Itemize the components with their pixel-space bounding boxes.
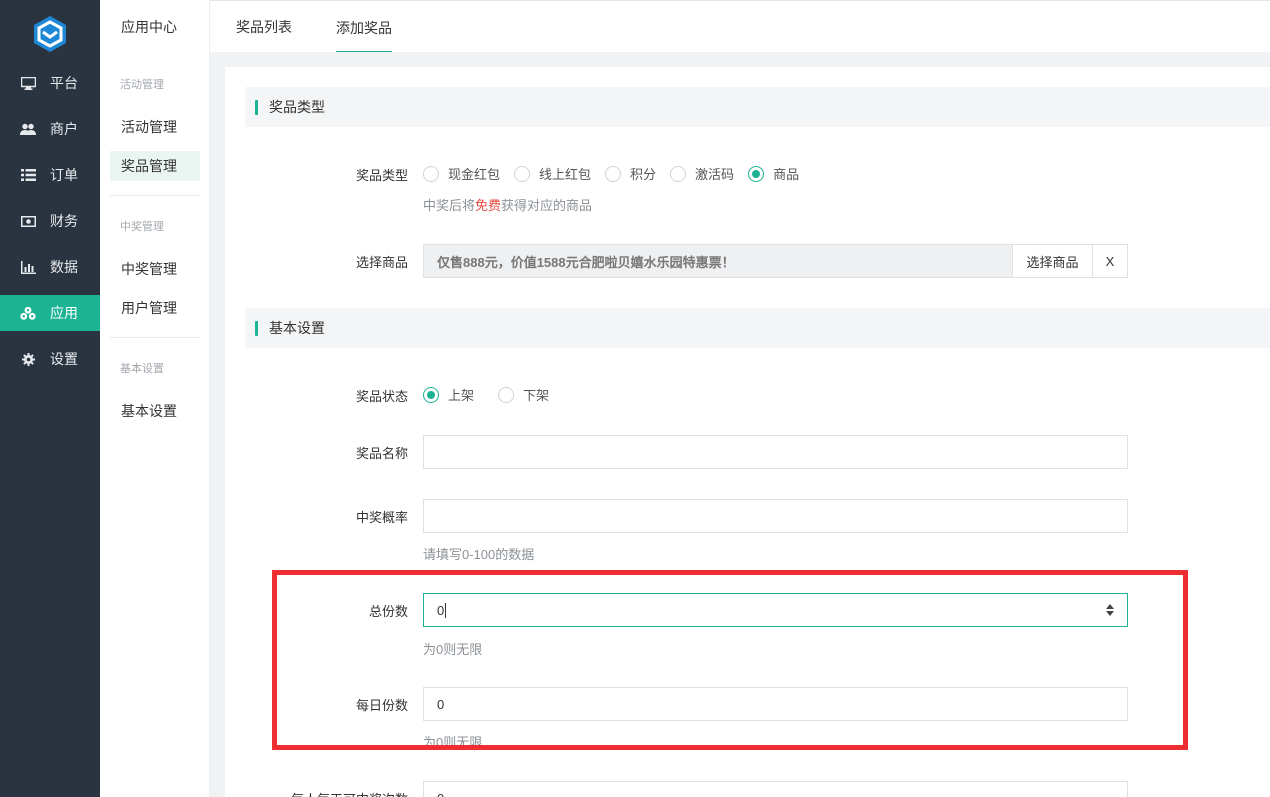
total-count-label: 总份数 bbox=[368, 604, 408, 619]
divider bbox=[110, 195, 200, 196]
section-header-prize-type: 奖品类型 bbox=[245, 87, 1270, 127]
radio-circle[interactable] bbox=[423, 386, 439, 403]
daily-count-help: 为0则无限 bbox=[423, 735, 483, 750]
divider bbox=[110, 337, 200, 338]
subnav-item-basic-settings[interactable]: 基本设置 bbox=[110, 396, 200, 426]
section-title: 奖品类型 bbox=[269, 99, 325, 115]
money-icon bbox=[20, 213, 36, 229]
subnav-title[interactable]: 应用中心 bbox=[100, 0, 210, 54]
choose-goods-button[interactable]: 选择商品 bbox=[1012, 244, 1093, 278]
radio-label: 激活码 bbox=[695, 167, 735, 182]
nav-label: 订单 bbox=[50, 167, 78, 183]
nav-item-apps[interactable]: 应用 bbox=[0, 295, 100, 331]
top-tabs: 奖品列表 添加奖品 bbox=[210, 0, 1270, 53]
radio-cash-redpacket[interactable]: 现金红包 bbox=[423, 164, 500, 183]
subnav-item-winners[interactable]: 中奖管理 bbox=[110, 254, 200, 284]
nav-item-platform[interactable]: 平台 bbox=[0, 65, 100, 101]
clear-goods-button[interactable]: X bbox=[1092, 244, 1128, 278]
win-rate-help: 请填写0-100的数据 bbox=[423, 547, 535, 562]
radio-circle[interactable] bbox=[748, 165, 765, 182]
radio-off-shelf[interactable]: 下架 bbox=[498, 385, 549, 404]
prize-type-radio-group: 现金红包 线上红包 积分 激活码 商品 bbox=[423, 164, 813, 183]
radio-online-redpacket[interactable]: 线上红包 bbox=[514, 164, 591, 183]
win-rate-input[interactable] bbox=[423, 499, 1128, 533]
radio-circle[interactable] bbox=[605, 165, 622, 182]
nav-label: 设置 bbox=[50, 351, 78, 367]
radio-on-shelf[interactable]: 上架 bbox=[423, 385, 474, 404]
subnav-item-prizes[interactable]: 奖品管理 bbox=[110, 151, 200, 181]
radio-label: 现金红包 bbox=[448, 167, 501, 182]
nav-item-merchant[interactable]: 商户 bbox=[0, 111, 100, 147]
choose-goods-label: 选择商品 bbox=[355, 255, 408, 270]
nav-label: 商户 bbox=[50, 121, 78, 137]
status-radio-group: 上架 下架 bbox=[423, 385, 563, 404]
radio-goods[interactable]: 商品 bbox=[748, 164, 799, 183]
prize-name-input[interactable] bbox=[423, 435, 1128, 469]
radio-circle[interactable] bbox=[670, 165, 687, 182]
form-panel: 奖品类型 奖品类型 现金红包 线上红包 积分 激活码 商品 中奖后将免费获得对应… bbox=[225, 67, 1270, 797]
subnav-item-activity[interactable]: 活动管理 bbox=[110, 112, 200, 142]
hexagon-logo-icon[interactable] bbox=[30, 14, 70, 54]
sub-nav: 应用中心 活动管理 活动管理 奖品管理 中奖管理 中奖管理 用户管理 基本设置 … bbox=[100, 0, 210, 797]
prize-type-help: 中奖后将免费获得对应的商品 bbox=[423, 198, 593, 213]
status-label: 奖品状态 bbox=[355, 389, 408, 404]
main-nav: 平台 商户 订单 财务 数据 应用 设置 bbox=[0, 0, 100, 797]
users-icon bbox=[20, 121, 36, 137]
nav-item-orders[interactable]: 订单 bbox=[0, 157, 100, 193]
nav-item-finance[interactable]: 财务 bbox=[0, 203, 100, 239]
monitor-icon bbox=[20, 75, 36, 91]
radio-activation-code[interactable]: 激活码 bbox=[670, 164, 734, 183]
nav-label: 平台 bbox=[50, 75, 78, 91]
gear-icon bbox=[20, 351, 36, 367]
daily-count-input[interactable]: 0 bbox=[423, 687, 1128, 721]
tab-prize-list[interactable]: 奖品列表 bbox=[236, 1, 292, 53]
tab-add-prize[interactable]: 添加奖品 bbox=[336, 1, 392, 53]
main-content: 奖品类型 奖品类型 现金红包 线上红包 积分 激活码 商品 中奖后将免费获得对应… bbox=[210, 52, 1270, 797]
nav-label: 应用 bbox=[50, 305, 78, 321]
text-caret bbox=[445, 602, 447, 618]
radio-circle[interactable] bbox=[514, 165, 531, 182]
prize-name-label: 奖品名称 bbox=[355, 446, 408, 461]
radio-points[interactable]: 积分 bbox=[605, 164, 656, 183]
subnav-group-title: 中奖管理 bbox=[120, 221, 164, 233]
total-count-help: 为0则无限 bbox=[423, 642, 483, 657]
daily-count-label: 每日份数 bbox=[355, 698, 408, 713]
nav-label: 数据 bbox=[50, 259, 78, 275]
per-user-daily-input[interactable]: 0 bbox=[423, 781, 1128, 797]
radio-circle[interactable] bbox=[498, 386, 515, 403]
cubes-icon bbox=[20, 305, 36, 321]
section-header-basic: 基本设置 bbox=[245, 308, 1270, 348]
radio-label: 商品 bbox=[773, 167, 800, 182]
nav-item-settings[interactable]: 设置 bbox=[0, 341, 100, 377]
nav-label: 财务 bbox=[50, 213, 78, 229]
radio-label: 下架 bbox=[523, 388, 550, 403]
subnav-group-title: 基本设置 bbox=[120, 363, 164, 375]
subnav-item-users[interactable]: 用户管理 bbox=[110, 293, 200, 323]
section-bar bbox=[255, 320, 258, 336]
subnav-group-title: 活动管理 bbox=[120, 79, 164, 91]
list-icon bbox=[20, 167, 36, 183]
radio-circle[interactable] bbox=[423, 165, 439, 182]
bar-chart-icon bbox=[20, 259, 36, 275]
number-spinner-icon[interactable] bbox=[1105, 602, 1115, 618]
nav-item-data[interactable]: 数据 bbox=[0, 249, 100, 285]
radio-label: 上架 bbox=[448, 388, 475, 403]
total-count-input[interactable]: 0 bbox=[423, 593, 1128, 627]
prize-type-label: 奖品类型 bbox=[355, 168, 408, 183]
section-bar bbox=[255, 99, 258, 115]
goods-name-field: 仅售888元，价值1588元合肥啦贝嬉水乐园特惠票！ bbox=[423, 244, 1013, 278]
win-rate-label: 中奖概率 bbox=[355, 510, 408, 525]
section-title: 基本设置 bbox=[269, 320, 325, 336]
input-value: 0 bbox=[437, 602, 445, 618]
radio-label: 线上红包 bbox=[539, 167, 592, 182]
radio-label: 积分 bbox=[630, 167, 657, 182]
per-user-daily-label: 每人每天可中奖次数 bbox=[248, 789, 408, 797]
